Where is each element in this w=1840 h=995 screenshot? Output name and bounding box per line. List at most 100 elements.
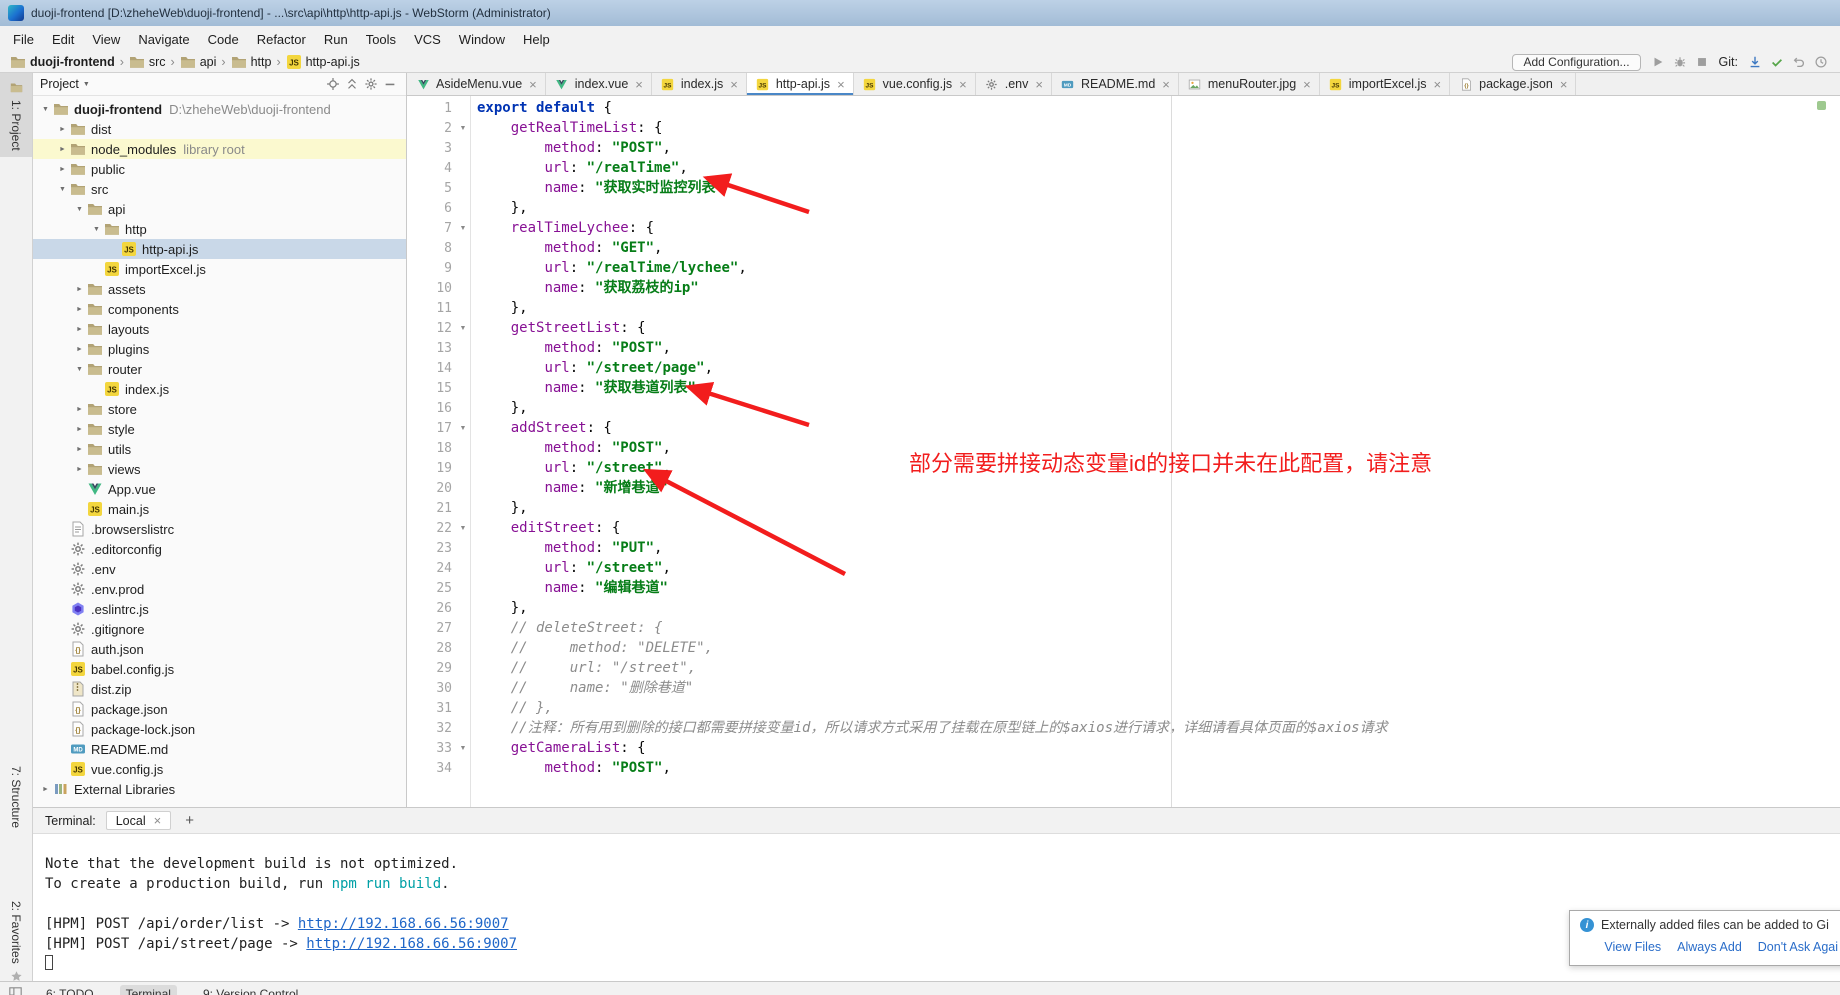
menu-view[interactable]: View — [83, 29, 129, 50]
close-icon[interactable]: × — [1303, 77, 1311, 92]
fold-icon[interactable]: ▼ — [456, 225, 470, 232]
tree-item-package-lock-json[interactable]: {}package-lock.json — [33, 719, 406, 739]
statusbar-6-todo[interactable]: 6: TODO — [46, 987, 94, 995]
tree-item-vue-config-js[interactable]: JSvue.config.js — [33, 759, 406, 779]
tree-item-babel-config-js[interactable]: JSbabel.config.js — [33, 659, 406, 679]
tree-item-http[interactable]: ▼http — [33, 219, 406, 239]
tree-item-env[interactable]: .env — [33, 559, 406, 579]
close-icon[interactable]: × — [1434, 77, 1442, 92]
inspection-indicator[interactable] — [1817, 101, 1826, 110]
close-icon[interactable]: × — [730, 77, 738, 92]
menu-help[interactable]: Help — [514, 29, 559, 50]
notification-action-don-t-ask-agai[interactable]: Don't Ask Agai — [1758, 940, 1838, 954]
terminal-link[interactable]: http://192.168.66.56:9007 — [298, 916, 509, 932]
tab-asidemenu-vue[interactable]: AsideMenu.vue× — [407, 73, 546, 95]
rollback-button[interactable] — [1790, 53, 1808, 71]
breadcrumb-item-src[interactable]: src — [129, 54, 166, 70]
close-icon[interactable]: × — [837, 77, 845, 92]
fold-icon[interactable]: ▼ — [456, 325, 470, 332]
tree-item-gitignore[interactable]: .gitignore — [33, 619, 406, 639]
tree-item-layouts[interactable]: ►layouts — [33, 319, 406, 339]
menu-window[interactable]: Window — [450, 29, 514, 50]
tab-env[interactable]: .env× — [976, 73, 1052, 95]
tab-vue-config-js[interactable]: JSvue.config.js× — [854, 73, 976, 95]
menu-navigate[interactable]: Navigate — [129, 29, 198, 50]
fold-icon[interactable]: ▼ — [456, 525, 470, 532]
breadcrumb-item-http-api-js[interactable]: JShttp-api.js — [286, 54, 360, 70]
terminal-link[interactable]: http://192.168.66.56:9007 — [306, 936, 517, 952]
tree-item-index-js[interactable]: JSindex.js — [33, 379, 406, 399]
tool-button-2-favorites[interactable]: 2: Favorites — [0, 895, 32, 991]
tree-item-style[interactable]: ►style — [33, 419, 406, 439]
statusbar-terminal[interactable]: Terminal — [120, 985, 177, 995]
vcs-update-button[interactable] — [1746, 53, 1764, 71]
tree-item-store[interactable]: ►store — [33, 399, 406, 419]
menu-tools[interactable]: Tools — [357, 29, 405, 50]
tree-item-duoji-frontend[interactable]: ▼duoji-frontendD:\zheheWeb\duoji-fronten… — [33, 99, 406, 119]
breadcrumb-item-duoji-frontend[interactable]: duoji-frontend — [10, 54, 115, 70]
close-icon[interactable]: × — [635, 77, 643, 92]
commit-button[interactable] — [1768, 53, 1786, 71]
tree-item-views[interactable]: ►views — [33, 459, 406, 479]
tool-button-7-structure[interactable]: 7: Structure — [0, 760, 32, 834]
close-icon[interactable]: × — [154, 813, 162, 828]
close-icon[interactable]: × — [529, 77, 537, 92]
tab-index-vue[interactable]: index.vue× — [546, 73, 652, 95]
tree-item-env-prod[interactable]: .env.prod — [33, 579, 406, 599]
tool-button-1-project[interactable]: 1: Project — [0, 73, 32, 157]
stop-button[interactable] — [1693, 53, 1711, 71]
tree-item-package-json[interactable]: {}package.json — [33, 699, 406, 719]
tab-http-api-js[interactable]: JShttp-api.js× — [747, 73, 854, 95]
tree-item-components[interactable]: ►components — [33, 299, 406, 319]
settings-button[interactable] — [362, 75, 380, 93]
tab-package-json[interactable]: {}package.json× — [1450, 73, 1576, 95]
tree-item-dist[interactable]: ►dist — [33, 119, 406, 139]
close-icon[interactable]: × — [1162, 77, 1170, 92]
project-panel-title[interactable]: Project — [40, 77, 79, 91]
editor[interactable]: 12▼34567▼89101112▼1314151617▼1819202122▼… — [407, 96, 1840, 807]
tree-item-main-js[interactable]: JSmain.js — [33, 499, 406, 519]
tab-menurouter-jpg[interactable]: menuRouter.jpg× — [1179, 73, 1320, 95]
run-button[interactable] — [1649, 53, 1667, 71]
breadcrumb-item-api[interactable]: api — [180, 54, 217, 70]
tab-importexcel-js[interactable]: JSimportExcel.js× — [1320, 73, 1450, 95]
chevron-down-icon[interactable]: ▼ — [83, 81, 90, 88]
tree-item-plugins[interactable]: ►plugins — [33, 339, 406, 359]
debug-button[interactable] — [1671, 53, 1689, 71]
menu-edit[interactable]: Edit — [43, 29, 83, 50]
menu-run[interactable]: Run — [315, 29, 357, 50]
tab-readme-md[interactable]: MDREADME.md× — [1052, 73, 1179, 95]
tree-item-browserslistrc[interactable]: .browserslistrc — [33, 519, 406, 539]
toolwindow-toggle-icon[interactable] — [9, 987, 22, 995]
statusbar-9-version-control[interactable]: 9: Version Control — [203, 987, 298, 995]
fold-icon[interactable]: ▼ — [456, 745, 470, 752]
tree-item-readme-md[interactable]: MDREADME.md — [33, 739, 406, 759]
new-terminal-button[interactable]: + — [181, 812, 198, 829]
history-button[interactable] — [1812, 53, 1830, 71]
close-icon[interactable]: × — [959, 77, 967, 92]
menu-refactor[interactable]: Refactor — [248, 29, 315, 50]
menu-file[interactable]: File — [4, 29, 43, 50]
close-icon[interactable]: × — [1035, 77, 1043, 92]
tree-item-utils[interactable]: ►utils — [33, 439, 406, 459]
hide-button[interactable] — [381, 75, 399, 93]
tree-item-external-libraries[interactable]: ►External Libraries — [33, 779, 406, 799]
collapse-button[interactable] — [343, 75, 361, 93]
terminal-tab-local[interactable]: Local × — [106, 811, 171, 830]
tree-item-importexcel-js[interactable]: JSimportExcel.js — [33, 259, 406, 279]
notification-action-view-files[interactable]: View Files — [1604, 940, 1661, 954]
add-configuration-button[interactable]: Add Configuration... — [1512, 54, 1640, 71]
tree-item-router[interactable]: ▼router — [33, 359, 406, 379]
tab-index-js[interactable]: JSindex.js× — [652, 73, 747, 95]
tree-item-node-modules[interactable]: ►node_moduleslibrary root — [33, 139, 406, 159]
fold-icon[interactable]: ▼ — [456, 425, 470, 432]
tree-item-app-vue[interactable]: App.vue — [33, 479, 406, 499]
notification-action-always-add[interactable]: Always Add — [1677, 940, 1742, 954]
close-icon[interactable]: × — [1560, 77, 1568, 92]
tree-item-public[interactable]: ►public — [33, 159, 406, 179]
tree-item-http-api-js[interactable]: JShttp-api.js — [33, 239, 406, 259]
tree-item-api[interactable]: ▼api — [33, 199, 406, 219]
breadcrumb-item-http[interactable]: http — [231, 54, 272, 70]
locate-button[interactable] — [324, 75, 342, 93]
tree-item-dist-zip[interactable]: dist.zip — [33, 679, 406, 699]
